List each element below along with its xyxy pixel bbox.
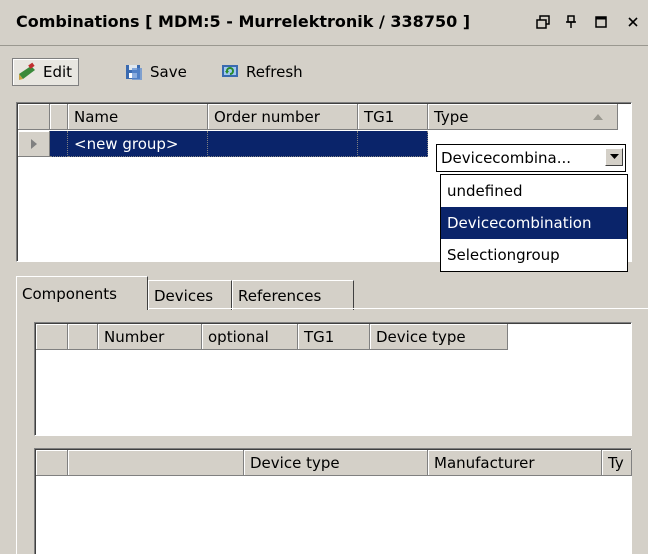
components-grid: Number optional TG1 Device type xyxy=(34,322,632,436)
type-select-value: Devicecombina... xyxy=(441,149,572,167)
refresh-label: Refresh xyxy=(246,63,303,81)
restore-icon[interactable] xyxy=(534,13,552,31)
maximize-icon[interactable] xyxy=(592,13,610,31)
column-header-type[interactable]: Type xyxy=(428,104,618,130)
refresh-icon xyxy=(220,62,240,82)
tab-components[interactable]: Components xyxy=(16,276,148,310)
title-bar: Combinations [ MDM:5 - Murrelektronik / … xyxy=(0,0,648,46)
indicator-header xyxy=(68,450,244,476)
save-label: Save xyxy=(150,63,187,81)
edit-button[interactable]: Edit xyxy=(12,58,80,86)
current-row-icon xyxy=(30,138,37,149)
column-header-device-type[interactable]: Device type xyxy=(244,450,428,476)
window-title: Combinations [ MDM:5 - Murrelektronik / … xyxy=(16,12,471,31)
row-indicator-cell xyxy=(50,131,68,157)
indicator-header xyxy=(68,324,98,350)
chevron-down-icon[interactable] xyxy=(605,148,623,166)
type-select[interactable]: Devicecombina... xyxy=(436,144,626,172)
column-header-order-number[interactable]: Order number xyxy=(208,104,358,130)
cell-order-number[interactable] xyxy=(208,131,358,157)
pin-icon[interactable] xyxy=(562,13,580,31)
option-selectiongroup[interactable]: Selectiongroup xyxy=(441,239,627,271)
column-header-optional[interactable]: optional xyxy=(202,324,298,350)
save-button[interactable]: Save xyxy=(120,58,193,86)
tab-strip: Components Devices References xyxy=(16,276,354,310)
option-devicecombination[interactable]: Devicecombination xyxy=(441,207,627,239)
cell-name[interactable]: <new group> xyxy=(68,131,208,157)
row-header-corner xyxy=(36,324,68,350)
row-selector[interactable] xyxy=(18,131,50,157)
edit-label: Edit xyxy=(43,63,73,81)
column-header-name[interactable]: Name xyxy=(68,104,208,130)
cell-tg1[interactable] xyxy=(358,131,428,157)
column-header-manufacturer[interactable]: Manufacturer xyxy=(428,450,602,476)
groups-grid-header: Name Order number TG1 Type xyxy=(18,104,618,130)
column-header-number[interactable]: Number xyxy=(98,324,202,350)
sort-ascending-icon xyxy=(593,113,603,120)
type-dropdown-list: undefined Devicecombination Selectiongro… xyxy=(440,174,628,272)
option-undefined[interactable]: undefined xyxy=(441,175,627,207)
components-grid-header: Number optional TG1 Device type xyxy=(36,324,508,350)
edit-icon xyxy=(17,62,37,82)
tab-devices[interactable]: Devices xyxy=(148,280,232,310)
column-header-type-label: Type xyxy=(434,107,469,126)
row-header-corner xyxy=(36,450,68,476)
indicator-header xyxy=(50,104,68,130)
save-icon xyxy=(124,62,144,82)
column-header-tg1[interactable]: TG1 xyxy=(298,324,370,350)
column-header-device-type[interactable]: Device type xyxy=(370,324,508,350)
tab-references[interactable]: References xyxy=(232,280,354,310)
devices-grid-header: Device type Manufacturer Ty xyxy=(36,450,632,476)
devices-grid: Device type Manufacturer Ty xyxy=(34,448,632,554)
close-icon[interactable] xyxy=(624,13,642,31)
toolbar: Edit Save Refresh xyxy=(0,48,648,96)
column-header-type[interactable]: Ty xyxy=(602,450,632,476)
column-header-tg1[interactable]: TG1 xyxy=(358,104,428,130)
row-header-corner xyxy=(18,104,50,130)
refresh-button[interactable]: Refresh xyxy=(216,58,309,86)
